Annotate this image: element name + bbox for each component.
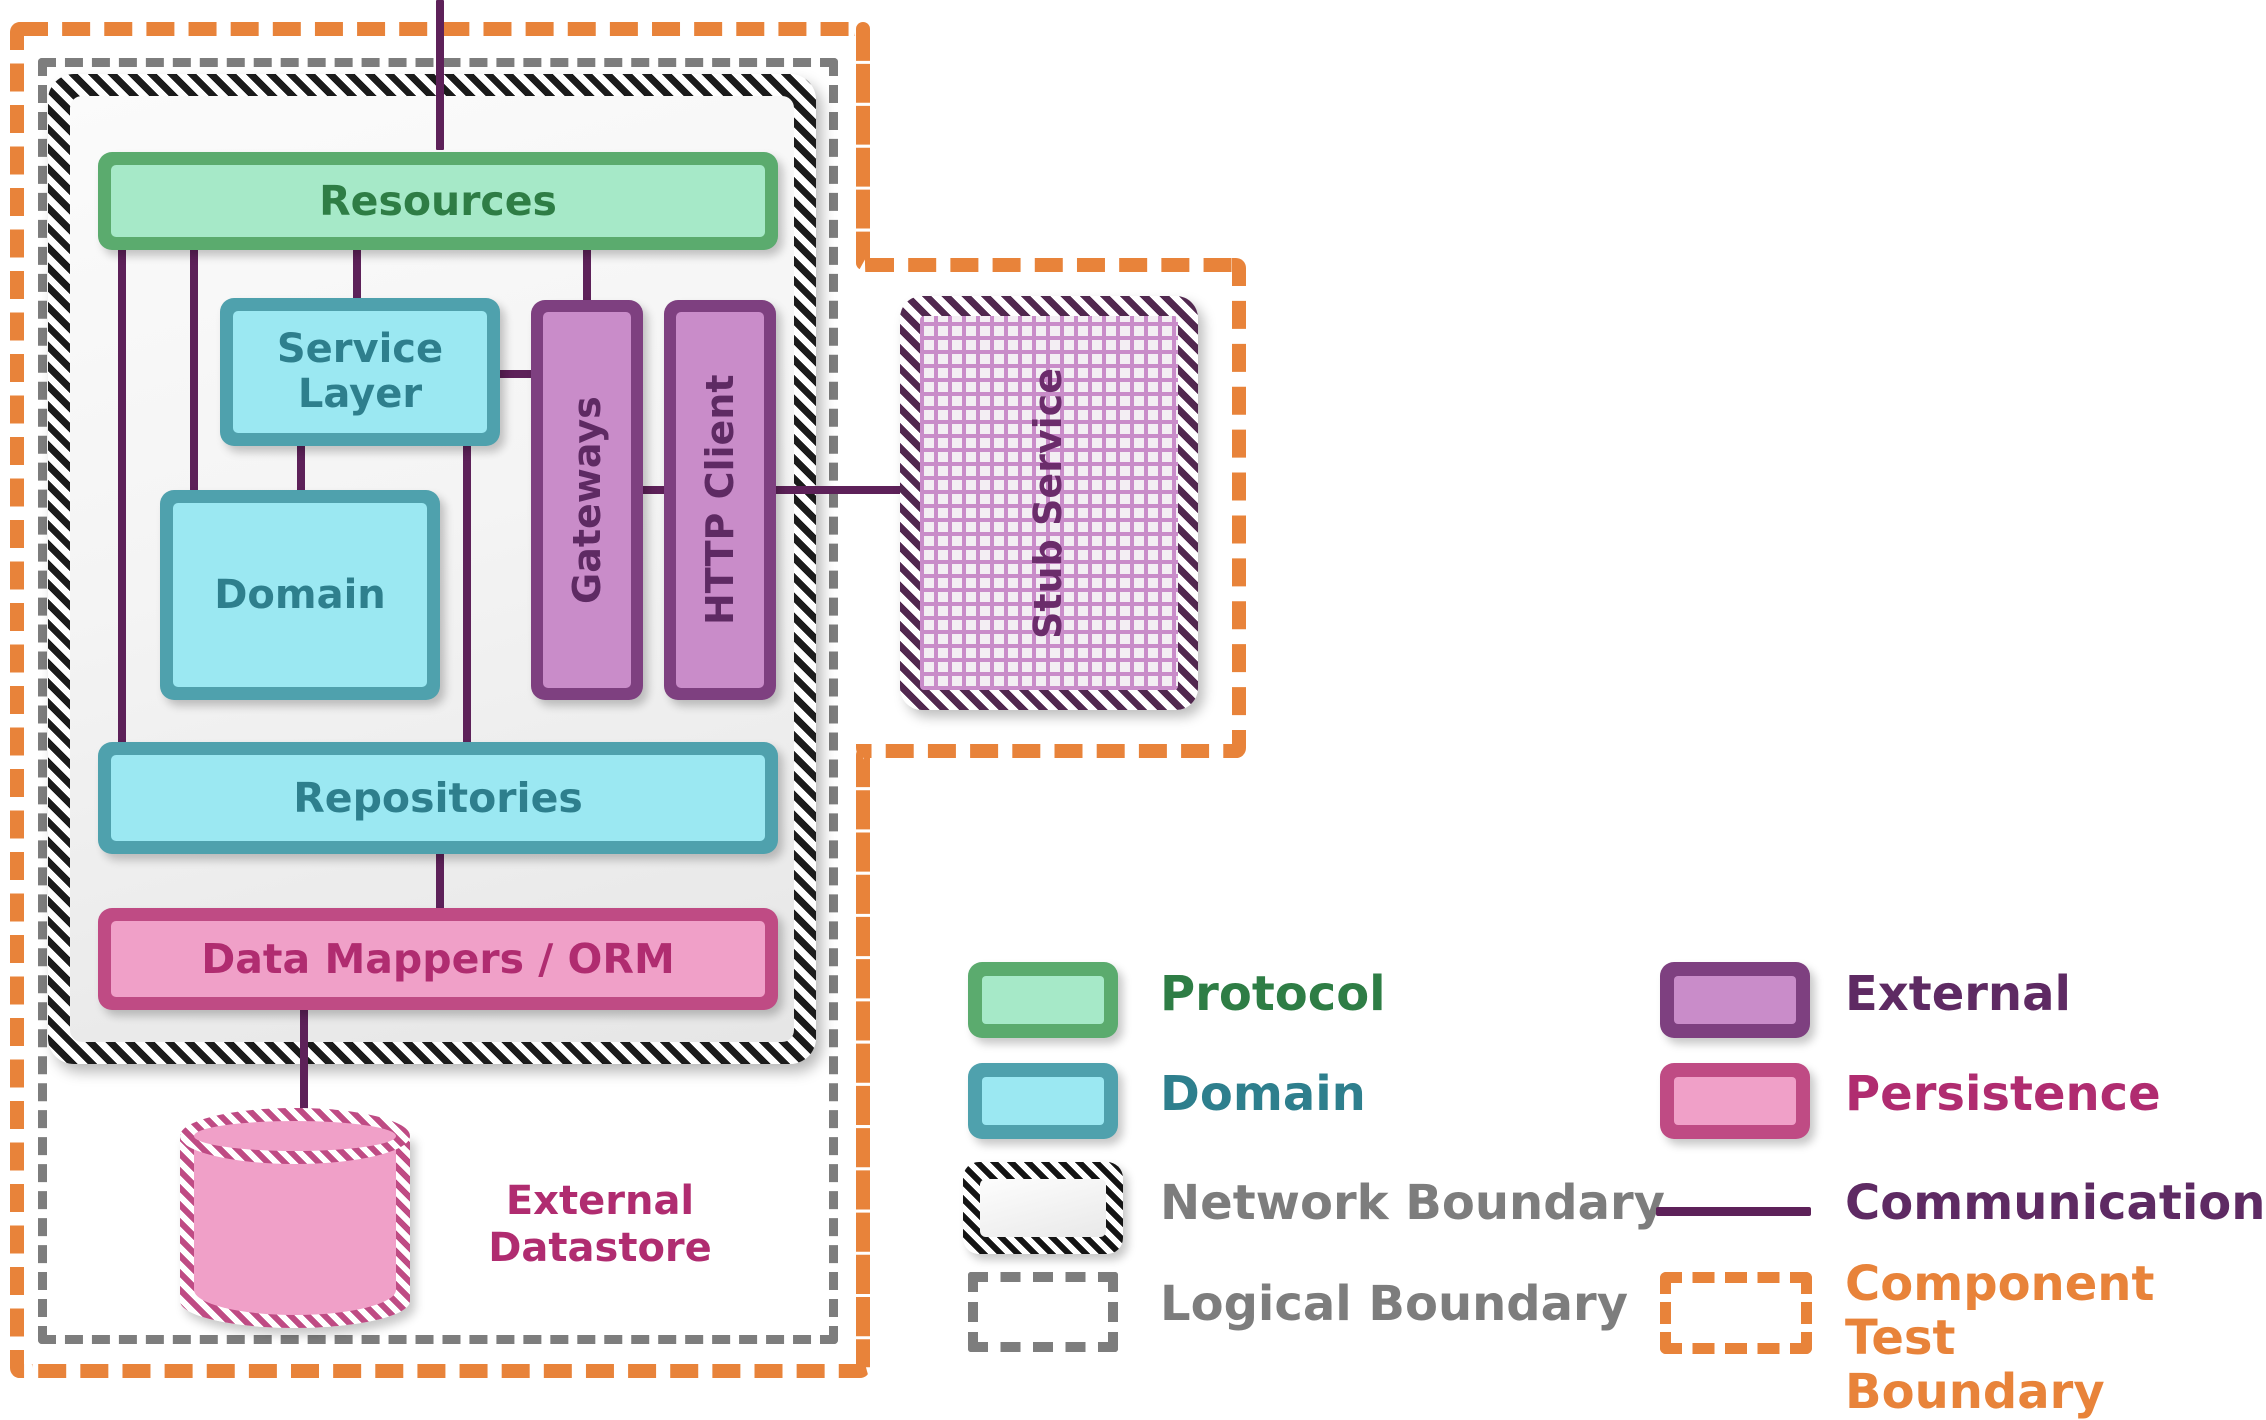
legend-swatch-persistence-fill <box>1674 1077 1796 1125</box>
link-resources-to-domain <box>190 240 198 505</box>
node-http-client[interactable]: HTTP Client <box>664 300 776 700</box>
node-http-client-label: HTTP Client <box>676 312 764 688</box>
node-external-datastore[interactable] <box>180 1108 410 1328</box>
legend-swatch-logical-boundary <box>968 1272 1118 1352</box>
legend-swatch-network-boundary <box>963 1162 1123 1254</box>
datastore-cylinder-top-fill <box>194 1121 396 1151</box>
component-test-boundary-right-lower <box>856 748 870 1378</box>
legend-label-domain: Domain <box>1160 1066 1366 1122</box>
node-repositories-label: Repositories <box>111 755 765 841</box>
node-resources-label: Resources <box>111 165 765 237</box>
legend-label-external: External <box>1845 966 2071 1022</box>
link-service-layer-to-repositories <box>463 437 471 757</box>
legend-swatch-component-test-boundary <box>1660 1272 1812 1354</box>
node-domain-label: Domain <box>173 503 427 687</box>
node-domain[interactable]: Domain <box>160 490 440 700</box>
link-repositories-to-data-mappers <box>436 850 444 913</box>
legend-swatch-communication <box>1656 1207 1811 1216</box>
node-stub-service-fill: Stub Service <box>920 316 1178 690</box>
link-resources-to-repositories <box>118 240 126 760</box>
link-http-client-to-stub-service <box>765 486 910 494</box>
legend-swatch-network-boundary-fill <box>980 1179 1106 1237</box>
legend-label-logical-boundary: Logical Boundary <box>1160 1276 1628 1332</box>
legend-label-protocol: Protocol <box>1160 966 1386 1022</box>
legend-swatch-external <box>1660 962 1810 1038</box>
node-service-layer[interactable]: Service Layer <box>220 298 500 446</box>
link-inbound-to-resources <box>436 0 444 150</box>
legend-swatch-external-fill <box>1674 976 1796 1024</box>
legend-swatch-domain-fill <box>982 1077 1104 1125</box>
diagram-canvas: Resources Service Layer Domain Gateways … <box>0 0 2266 1418</box>
legend-label-persistence: Persistence <box>1845 1066 2161 1122</box>
legend-swatch-domain <box>968 1063 1118 1139</box>
node-stub-service-label: Stub Service <box>1026 367 1071 639</box>
component-test-boundary-right-upper <box>856 22 870 270</box>
node-resources[interactable]: Resources <box>98 152 778 250</box>
node-gateways[interactable]: Gateways <box>531 300 643 700</box>
node-data-mappers-orm[interactable]: Data Mappers / ORM <box>98 908 778 1010</box>
node-stub-service[interactable]: Stub Service <box>900 296 1198 710</box>
legend-label-component-test-boundary: Component Test Boundary <box>1845 1256 2155 1420</box>
node-repositories[interactable]: Repositories <box>98 742 778 854</box>
node-gateways-label: Gateways <box>543 312 631 688</box>
legend-label-network-boundary: Network Boundary <box>1160 1175 1665 1231</box>
legend-label-communication: Communication <box>1845 1175 2266 1231</box>
node-service-layer-label: Service Layer <box>233 311 487 433</box>
node-data-mappers-orm-label: Data Mappers / ORM <box>111 921 765 997</box>
legend-swatch-protocol-fill <box>982 976 1104 1024</box>
legend-swatch-protocol <box>968 962 1118 1038</box>
legend-swatch-persistence <box>1660 1063 1810 1139</box>
